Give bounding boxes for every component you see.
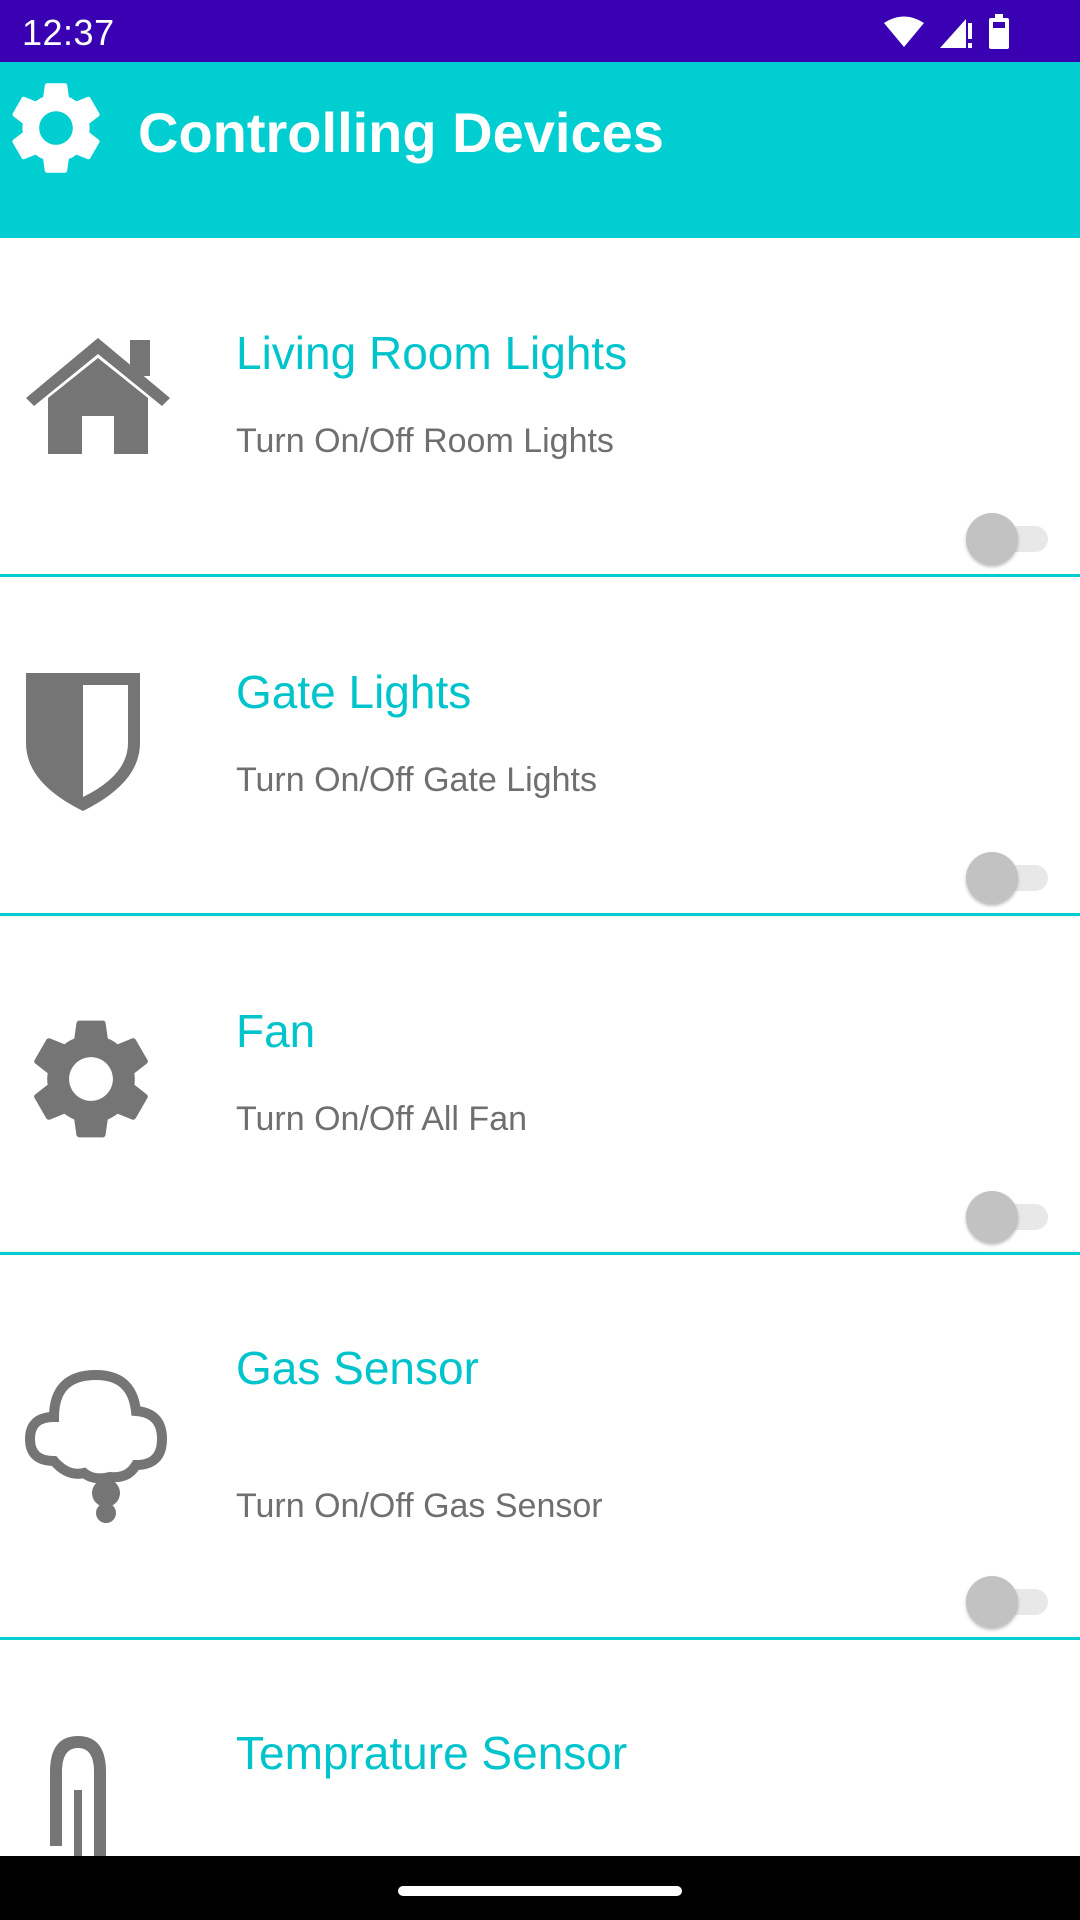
list-item[interactable]: Fan Turn On/Off All Fan xyxy=(0,916,1080,1255)
signal-icon xyxy=(940,19,972,48)
status-icons xyxy=(884,14,1010,50)
page-title: Controlling Devices xyxy=(138,101,664,164)
device-subtitle: Turn On/Off Room Lights xyxy=(236,422,614,460)
device-switch[interactable] xyxy=(966,849,1050,904)
status-time: 12:37 xyxy=(22,12,115,53)
shield-icon xyxy=(26,673,140,811)
navigation-bar xyxy=(0,1856,1080,1920)
thermometer-icon xyxy=(50,1736,106,1856)
device-list[interactable]: Living Room Lights Turn On/Off Room Ligh… xyxy=(0,238,1080,1856)
device-title: Fan xyxy=(236,1005,316,1057)
gear-icon xyxy=(12,83,100,173)
device-subtitle: Turn On/Off All Fan xyxy=(236,1100,528,1138)
list-item[interactable]: Living Room Lights Turn On/Off Room Ligh… xyxy=(0,238,1080,577)
home-icon xyxy=(26,338,170,454)
cloud-icon xyxy=(24,1369,168,1523)
list-item[interactable]: Temprature Sensor xyxy=(0,1640,1080,1856)
gear-icon xyxy=(34,1020,148,1138)
status-bar: 12:37 xyxy=(0,0,1080,62)
device-title: Gate Lights xyxy=(236,666,472,718)
device-title: Gas Sensor xyxy=(236,1342,479,1394)
list-item[interactable]: Gate Lights Turn On/Off Gate Lights xyxy=(0,577,1080,916)
list-item[interactable]: Gas Sensor Turn On/Off Gas Sensor xyxy=(0,1255,1080,1640)
device-switch[interactable] xyxy=(966,1573,1050,1628)
home-gesture-handle[interactable] xyxy=(398,1886,682,1896)
device-switch[interactable] xyxy=(966,1188,1050,1243)
device-title: Temprature Sensor xyxy=(236,1727,628,1779)
app-bar: Controlling Devices xyxy=(0,62,1080,238)
wifi-icon xyxy=(884,16,924,47)
battery-icon xyxy=(989,14,1009,49)
device-switch[interactable] xyxy=(966,510,1050,565)
device-title: Living Room Lights xyxy=(236,327,628,379)
device-subtitle: Turn On/Off Gate Lights xyxy=(236,761,597,799)
device-subtitle: Turn On/Off Gas Sensor xyxy=(236,1487,603,1525)
